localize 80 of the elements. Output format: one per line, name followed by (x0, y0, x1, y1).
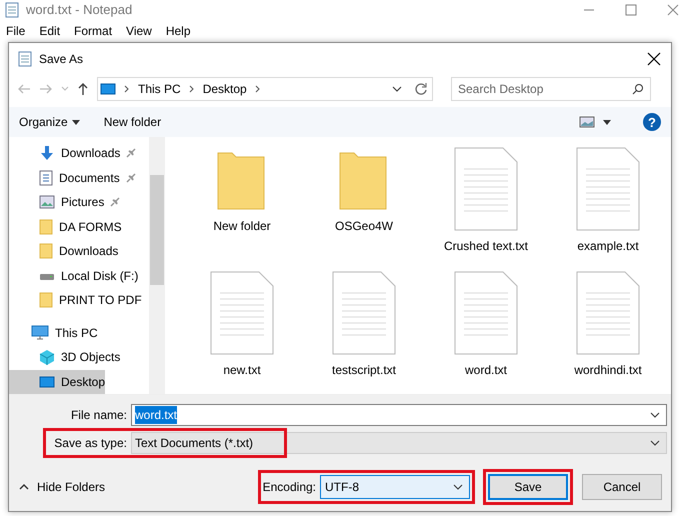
chevron-right-icon (124, 85, 130, 93)
field-label: Encoding: (262, 479, 316, 496)
refresh-icon (414, 82, 428, 96)
field-label: File name: (70, 407, 128, 424)
file-name[interactable]: New folder (213, 217, 271, 235)
folder-icon (39, 292, 53, 308)
text-file-icon (210, 271, 274, 355)
computer-icon (31, 324, 49, 340)
text-file-icon (454, 271, 518, 355)
file-name[interactable]: new.txt (223, 361, 261, 379)
notepad-icon (17, 51, 33, 67)
new-folder-button[interactable]: New folder (104, 113, 162, 131)
text-file-icon (332, 271, 396, 355)
text-file-icon (576, 271, 640, 355)
cube-icon (39, 349, 55, 365)
sidebar-item[interactable]: PRINT TO PDF (9, 288, 142, 312)
help-button[interactable]: ? (643, 113, 661, 131)
window-title: word.txt - Notepad (26, 1, 132, 20)
save-button[interactable]: Save (488, 474, 568, 500)
document-icon (39, 170, 53, 186)
desktop-icon (100, 82, 116, 96)
search-field[interactable]: Search Desktop (451, 77, 651, 101)
search-icon (632, 83, 644, 95)
folder-icon (39, 218, 53, 234)
chevron-right-icon (188, 85, 195, 93)
chevron-down-icon (650, 412, 660, 418)
menu-item[interactable]: Help (166, 22, 191, 40)
view-icon (579, 116, 595, 128)
close-icon (647, 52, 661, 66)
breadcrumb-item[interactable]: Desktop (202, 80, 247, 98)
text-file-icon (454, 147, 518, 231)
maximize-icon (625, 4, 637, 16)
breadcrumb-item[interactable]: This PC (138, 80, 181, 98)
scrollbar[interactable] (149, 137, 165, 394)
sidebar-item[interactable]: This PC (9, 320, 98, 344)
sidebar-item[interactable]: Documents (9, 166, 140, 190)
text-file-icon (576, 147, 640, 231)
file-name[interactable]: testscript.txt (332, 361, 396, 379)
notepad-icon (4, 2, 20, 18)
file-name[interactable]: OSGeo4W (334, 217, 394, 235)
chevron-down-icon (650, 440, 660, 446)
back-arrow-icon (17, 83, 31, 95)
menu-item[interactable]: Format (74, 22, 112, 40)
file-name[interactable]: Crushed text.txt (444, 237, 528, 255)
type-dropdown[interactable]: Text Documents (*.txt) (131, 432, 667, 454)
sidebar-item[interactable]: DA FORMS (9, 214, 122, 238)
dialog-title: Save As (39, 51, 84, 68)
picture-icon (39, 195, 55, 209)
sidebar-item[interactable]: Downloads (9, 141, 140, 165)
folder-icon (39, 243, 53, 259)
chevron-down-icon (392, 86, 402, 92)
organize-menu[interactable]: Organize (19, 113, 80, 131)
hide-folders-toggle[interactable]: Hide Folders (19, 478, 106, 496)
field-label: Save as type: (53, 435, 128, 452)
file-name[interactable]: example.txt (577, 237, 639, 255)
chevron-up-icon (19, 484, 29, 490)
chevron-down-icon (453, 484, 463, 490)
file-name[interactable]: wordhindi.txt (574, 361, 642, 379)
address-bar[interactable]: This PC Desktop (97, 77, 433, 101)
sidebar-item[interactable]: 3D Objects (9, 345, 120, 369)
close-icon (667, 4, 679, 16)
sidebar-item[interactable]: Local Disk (F:) (9, 264, 138, 288)
menu-item[interactable]: File (6, 22, 26, 40)
chevron-right-icon (254, 85, 261, 93)
caret-down-icon (72, 120, 80, 124)
menu-item[interactable]: Edit (39, 22, 60, 40)
menu-item[interactable]: View (126, 22, 152, 40)
up-arrow-icon (77, 82, 89, 96)
sidebar-item[interactable]: Downloads (9, 239, 118, 263)
encoding-dropdown[interactable]: UTF-8 (320, 475, 470, 499)
chevron-down-icon (61, 86, 69, 92)
cancel-button[interactable]: Cancel (582, 474, 662, 500)
forward-arrow-icon (39, 83, 53, 95)
caret-down-icon (603, 120, 611, 124)
desktop-icon (39, 374, 55, 388)
sidebar-item[interactable]: Pictures (9, 190, 124, 214)
file-name-field[interactable]: word.txt (131, 404, 667, 426)
file-name[interactable]: word.txt (464, 361, 507, 379)
download-arrow-icon (39, 145, 55, 161)
sidebar-item[interactable]: Desktop (9, 370, 106, 394)
